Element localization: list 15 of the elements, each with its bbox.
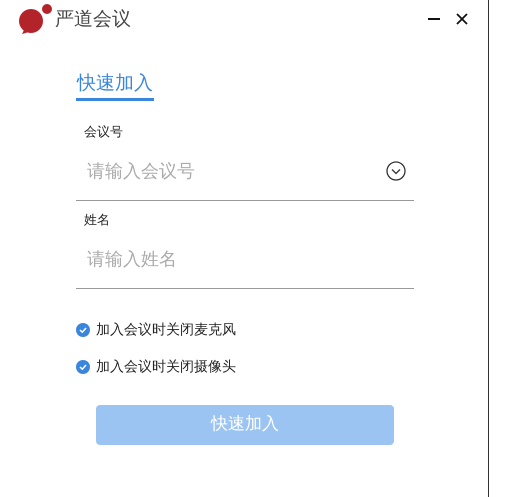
close-icon[interactable]: [456, 13, 468, 25]
checkbox[interactable]: [76, 360, 90, 374]
checkbox[interactable]: [76, 323, 90, 337]
dropdown-icon[interactable]: [386, 161, 406, 181]
check-icon: [78, 362, 88, 372]
tab[interactable]: 快速加入: [76, 70, 154, 101]
field-label: 会议号: [83, 124, 124, 142]
checkbox-label: 加入会议时关闭麦克风: [96, 320, 236, 340]
logo-icon: [18, 4, 52, 34]
window-title: 严道会议: [55, 6, 131, 32]
field-label: 姓名: [83, 212, 111, 230]
checkbox-label: 加入会议时关闭摄像头: [96, 358, 236, 376]
input-field[interactable]: 请输入会议号: [87, 158, 386, 184]
check-icon: [78, 325, 88, 335]
input-field[interactable]: 请输入姓名: [87, 246, 406, 272]
